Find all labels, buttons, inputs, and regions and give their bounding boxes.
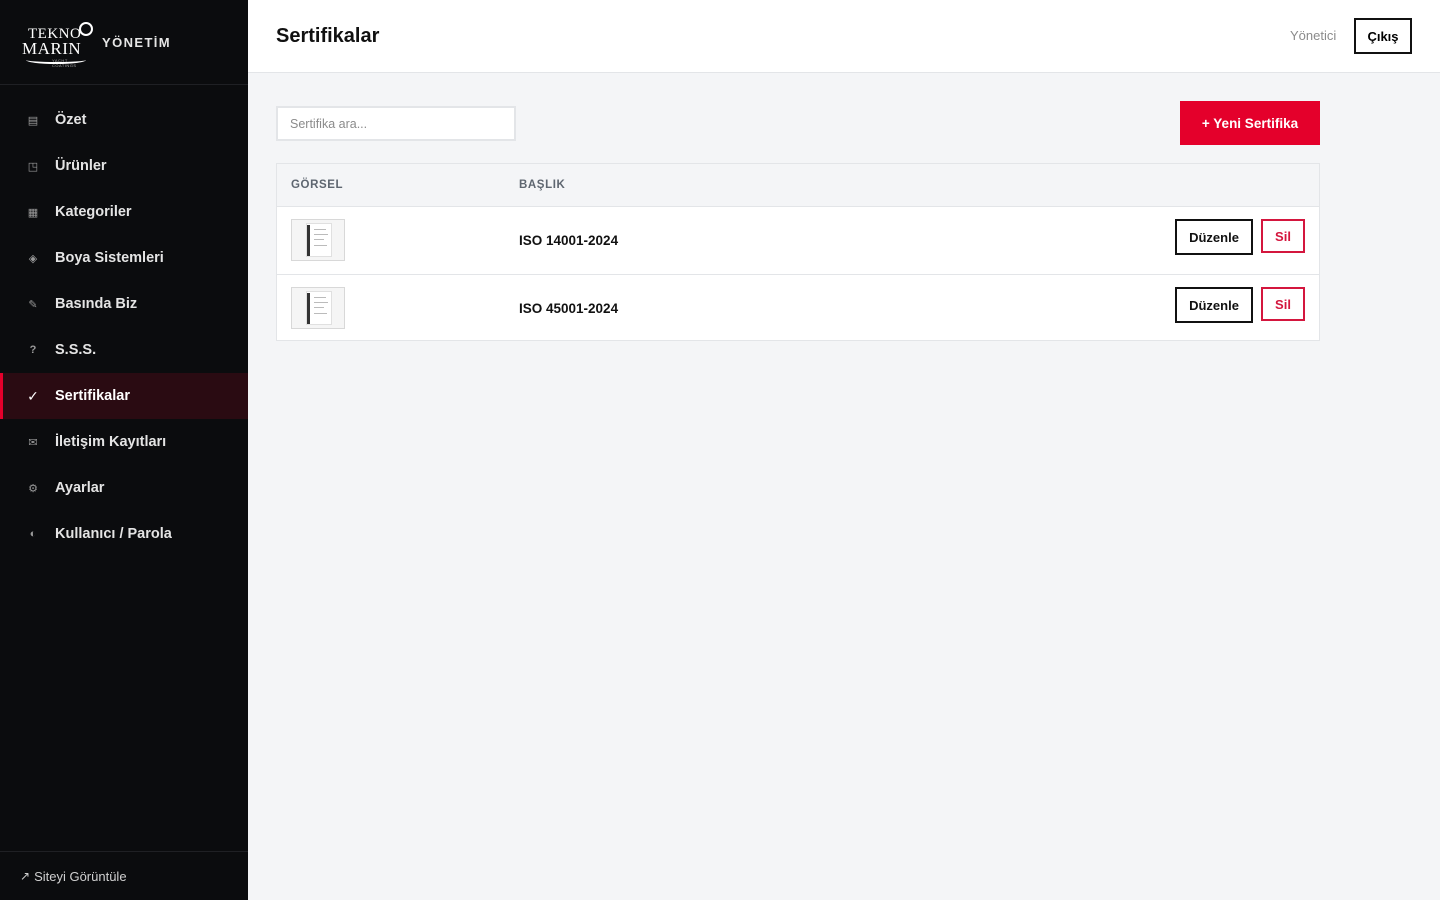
document-spine <box>307 293 310 324</box>
certificate-title: ISO 14001-2024 <box>519 233 619 248</box>
sidebar-item-sss[interactable]: ? S.S.S. <box>0 327 248 373</box>
new-certificate-button[interactable]: + Yeni Sertifika <box>1180 101 1320 145</box>
certificate-thumbnail[interactable] <box>291 287 345 329</box>
table-header: GÖRSEL BAŞLIK <box>277 164 1319 207</box>
table-row: ISO 45001-2024 Düzenle Sil <box>277 274 1319 341</box>
document-line <box>314 229 326 230</box>
sidebar-item-ayarlar[interactable]: ⚙ Ayarlar <box>0 465 248 511</box>
products-icon: ◳ <box>27 160 39 173</box>
document-line <box>314 234 328 235</box>
column-header-image: GÖRSEL <box>291 179 344 191</box>
sidebar-item-label: Boya Sistemleri <box>55 250 164 266</box>
gear-icon: ⚙ <box>28 482 38 495</box>
sidebar-item-label: Ürünler <box>55 158 107 174</box>
sidebar-item-label: Sertifikalar <box>55 388 130 404</box>
teknomarin-logo[interactable]: TEKNO MARIN YACHT COATINGS <box>22 20 93 68</box>
search-input[interactable] <box>276 106 516 141</box>
sidebar-nav: ▤ Özet ◳ Ürünler ▦ Kategoriler ◈ Boya Si… <box>0 85 248 557</box>
edit-button[interactable]: Düzenle <box>1175 287 1253 323</box>
document-line <box>314 245 327 246</box>
document-line <box>314 307 324 308</box>
categories-icon: ▦ <box>27 206 39 219</box>
admin-title: YÖNETİM <box>102 34 172 50</box>
sidebar-item-label: Kullanıcı / Parola <box>55 526 172 542</box>
sidebar: TEKNO MARIN YACHT COATINGS YÖNETİM ▤ Öze… <box>0 0 248 900</box>
table-row: ISO 14001-2024 Düzenle Sil <box>277 207 1319 274</box>
document-line <box>314 302 328 303</box>
edit-button[interactable]: Düzenle <box>1175 219 1253 255</box>
mail-icon: ✉ <box>28 436 38 449</box>
document-line <box>314 297 326 298</box>
sidebar-item-boya-sistemleri[interactable]: ◈ Boya Sistemleri <box>0 235 248 281</box>
sidebar-item-label: S.S.S. <box>55 342 97 358</box>
certificate-thumbnail[interactable] <box>291 219 345 261</box>
sidebar-item-ozet[interactable]: ▤ Özet <box>0 97 248 143</box>
delete-button[interactable]: Sil <box>1261 219 1305 253</box>
certificates-table: GÖRSEL BAŞLIK ISO 14001-2024 Düzenle Sil… <box>276 163 1320 341</box>
press-icon: ✎ <box>28 298 38 311</box>
sidebar-item-basinda-biz[interactable]: ✎ Basında Biz <box>0 281 248 327</box>
sidebar-item-label: Basında Biz <box>55 296 138 312</box>
brand: TEKNO MARIN YACHT COATINGS YÖNETİM <box>0 0 248 85</box>
sidebar-item-kullanici-parola[interactable]: ◐ Kullanıcı / Parola <box>0 511 248 557</box>
certificate-title: ISO 45001-2024 <box>519 301 619 316</box>
delete-button[interactable]: Sil <box>1261 287 1305 321</box>
sidebar-item-label: Kategoriler <box>55 204 132 220</box>
sidebar-item-kategoriler[interactable]: ▦ Kategoriler <box>0 189 248 235</box>
faq-icon: ? <box>29 344 37 356</box>
column-header-title: BAŞLIK <box>519 179 566 191</box>
document-line <box>314 239 324 240</box>
view-site-label: Siteyi Görüntüle <box>34 868 127 884</box>
summary-icon: ▤ <box>27 114 39 127</box>
sidebar-item-urunler[interactable]: ◳ Ürünler <box>0 143 248 189</box>
view-site-link[interactable]: ↗ Siteyi Görüntüle <box>0 851 248 900</box>
sidebar-item-label: Özet <box>55 112 87 128</box>
paint-systems-icon: ◈ <box>28 252 38 265</box>
page-title: Sertifikalar <box>276 25 380 47</box>
user-role: Yönetici <box>1290 28 1337 43</box>
logo-subtitle: YACHT COATINGS <box>52 58 77 68</box>
logout-button[interactable]: Çıkış <box>1354 18 1412 54</box>
top-header: Sertifikalar Yönetici Çıkış <box>248 0 1440 73</box>
sidebar-item-label: Ayarlar <box>55 480 105 496</box>
check-icon: ✓ <box>27 387 39 404</box>
user-icon: ◐ <box>29 528 37 540</box>
external-link-icon: ↗ <box>20 869 31 883</box>
ship-wheel-icon <box>79 22 93 36</box>
document-spine <box>307 225 310 256</box>
document-line <box>314 313 327 314</box>
sidebar-item-iletisim-kayitlari[interactable]: ✉ İletişim Kayıtları <box>0 419 248 465</box>
sidebar-item-sertifikalar[interactable]: ✓ Sertifikalar <box>0 373 248 419</box>
sidebar-item-label: İletişim Kayıtları <box>55 434 167 450</box>
